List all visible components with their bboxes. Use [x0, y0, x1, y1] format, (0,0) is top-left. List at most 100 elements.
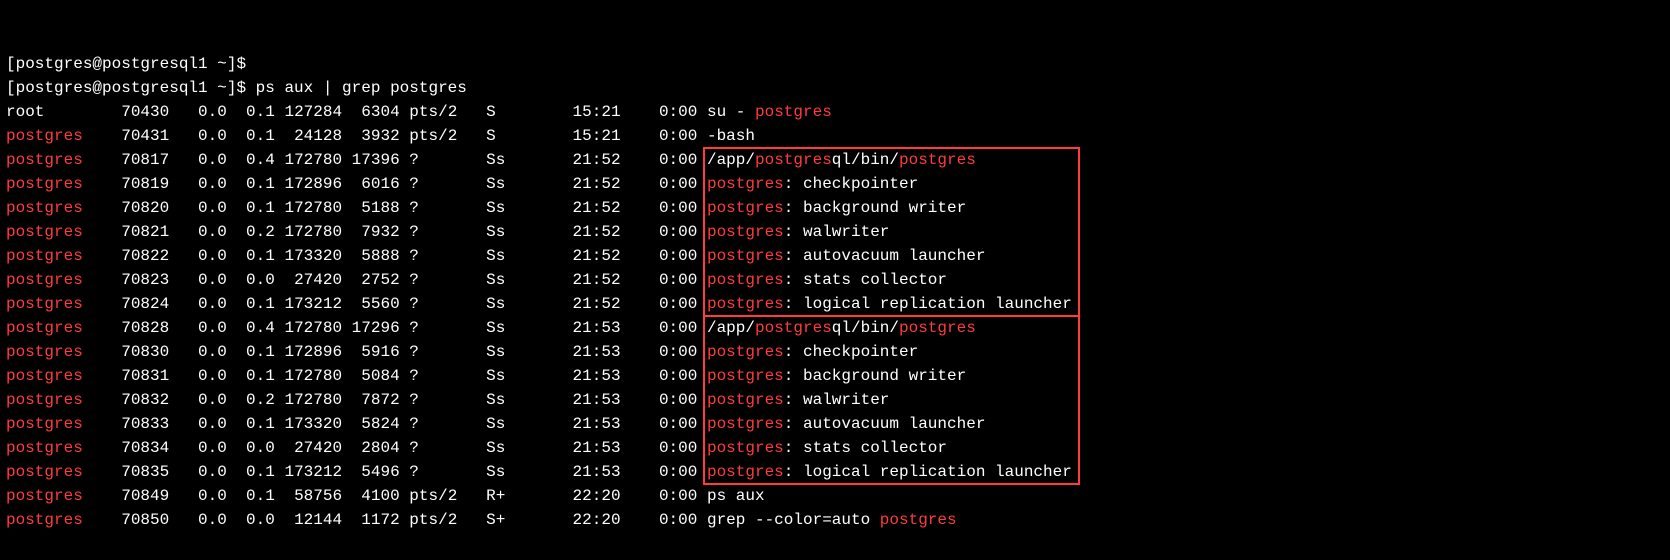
col-mem: 0.0: [227, 439, 275, 457]
col-user: postgres: [6, 319, 92, 337]
col-time: 0:00: [621, 343, 698, 361]
col-stat: Ss: [486, 271, 534, 289]
col-rss: 17296: [342, 319, 400, 337]
col-start: 21:52: [534, 223, 620, 241]
col-mem: 0.0: [227, 271, 275, 289]
col-mem: 0.2: [227, 391, 275, 409]
col-mem: 0.1: [227, 343, 275, 361]
col-sep: [697, 199, 707, 217]
col-tty: ?: [400, 391, 486, 409]
ps-row: postgres 70820 0.0 0.1 172780 5188 ? Ss …: [6, 196, 1664, 220]
col-vsz: 172896: [275, 343, 342, 361]
col-cpu: 0.0: [169, 295, 227, 313]
col-start: 21:53: [534, 343, 620, 361]
col-rss: 5916: [342, 343, 400, 361]
col-command: ps aux: [707, 487, 765, 505]
col-cpu: 0.0: [169, 487, 227, 505]
col-pid: 70823: [92, 271, 169, 289]
col-vsz: 173212: [275, 463, 342, 481]
cmd-highlight: postgres: [707, 391, 784, 409]
ps-row: postgres 70833 0.0 0.1 173320 5824 ? Ss …: [6, 412, 1664, 436]
col-sep: [697, 463, 707, 481]
cmd-highlight: postgres: [755, 319, 832, 337]
col-rss: 17396: [342, 151, 400, 169]
col-mem: 0.1: [227, 487, 275, 505]
col-cpu: 0.0: [169, 415, 227, 433]
cmd-text: /app/: [707, 319, 755, 337]
col-start: 21:53: [534, 391, 620, 409]
col-start: 15:21: [534, 127, 620, 145]
col-sep: [697, 247, 707, 265]
col-cpu: 0.0: [169, 367, 227, 385]
col-sep: [697, 343, 707, 361]
prompt-line[interactable]: [postgres@postgresql1 ~]$: [6, 52, 1664, 76]
ps-row: postgres 70834 0.0 0.0 27420 2804 ? Ss 2…: [6, 436, 1664, 460]
col-sep: [697, 367, 707, 385]
col-sep: [697, 271, 707, 289]
col-pid: 70849: [92, 487, 169, 505]
col-time: 0:00: [621, 487, 698, 505]
col-pid: 70833: [92, 415, 169, 433]
col-rss: 1172: [342, 511, 400, 529]
col-pid: 70831: [92, 367, 169, 385]
col-cpu: 0.0: [169, 103, 227, 121]
cmd-text: grep --color=auto: [707, 511, 880, 529]
cmd-highlight: postgres: [707, 175, 784, 193]
col-mem: 0.1: [227, 127, 275, 145]
ps-row: postgres 70831 0.0 0.1 172780 5084 ? Ss …: [6, 364, 1664, 388]
terminal-output: [postgres@postgresql1 ~]$ [postgres@post…: [0, 0, 1670, 560]
col-time: 0:00: [621, 511, 698, 529]
col-time: 0:00: [621, 463, 698, 481]
col-time: 0:00: [621, 271, 698, 289]
col-command: /app/postgresql/bin/postgres: [707, 319, 976, 337]
col-pid: 70822: [92, 247, 169, 265]
col-sep: [697, 415, 707, 433]
shell-prompt: [postgres@postgresql1 ~]$: [6, 79, 256, 97]
cmd-highlight: postgres: [755, 151, 832, 169]
col-time: 0:00: [621, 151, 698, 169]
col-start: 21:53: [534, 463, 620, 481]
col-tty: ?: [400, 463, 486, 481]
col-user: postgres: [6, 223, 92, 241]
col-vsz: 172780: [275, 367, 342, 385]
col-vsz: 172780: [275, 391, 342, 409]
cmd-highlight: postgres: [707, 415, 784, 433]
shell-command[interactable]: ps aux | grep postgres: [256, 79, 467, 97]
cmd-highlight: postgres: [899, 319, 976, 337]
cmd-highlight: postgres: [707, 463, 784, 481]
col-sep: [697, 151, 707, 169]
col-stat: Ss: [486, 247, 534, 265]
col-rss: 2752: [342, 271, 400, 289]
col-tty: ?: [400, 175, 486, 193]
col-mem: 0.1: [227, 367, 275, 385]
col-stat: Ss: [486, 415, 534, 433]
col-cpu: 0.0: [169, 223, 227, 241]
ps-row: postgres 70822 0.0 0.1 173320 5888 ? Ss …: [6, 244, 1664, 268]
col-cpu: 0.0: [169, 319, 227, 337]
ps-row: root 70430 0.0 0.1 127284 6304 pts/2 S 1…: [6, 100, 1664, 124]
col-cpu: 0.0: [169, 463, 227, 481]
prompt-line[interactable]: [postgres@postgresql1 ~]$ ps aux | grep …: [6, 76, 1664, 100]
cmd-highlight: postgres: [707, 271, 784, 289]
col-cpu: 0.0: [169, 247, 227, 265]
ps-row: postgres 70849 0.0 0.1 58756 4100 pts/2 …: [6, 484, 1664, 508]
col-cpu: 0.0: [169, 175, 227, 193]
col-user: postgres: [6, 175, 92, 193]
col-sep: [697, 319, 707, 337]
col-tty: pts/2: [400, 103, 486, 121]
col-pid: 70431: [92, 127, 169, 145]
cmd-text: : checkpointer: [784, 343, 918, 361]
cmd-highlight: postgres: [707, 295, 784, 313]
col-pid: 70832: [92, 391, 169, 409]
col-start: 21:53: [534, 319, 620, 337]
col-tty: pts/2: [400, 127, 486, 145]
col-vsz: 173212: [275, 295, 342, 313]
col-user: postgres: [6, 247, 92, 265]
col-start: 21:52: [534, 295, 620, 313]
cmd-highlight: postgres: [707, 343, 784, 361]
col-cpu: 0.0: [169, 511, 227, 529]
col-tty: pts/2: [400, 487, 486, 505]
col-sep: [697, 295, 707, 313]
col-rss: 5188: [342, 199, 400, 217]
col-sep: [697, 487, 707, 505]
